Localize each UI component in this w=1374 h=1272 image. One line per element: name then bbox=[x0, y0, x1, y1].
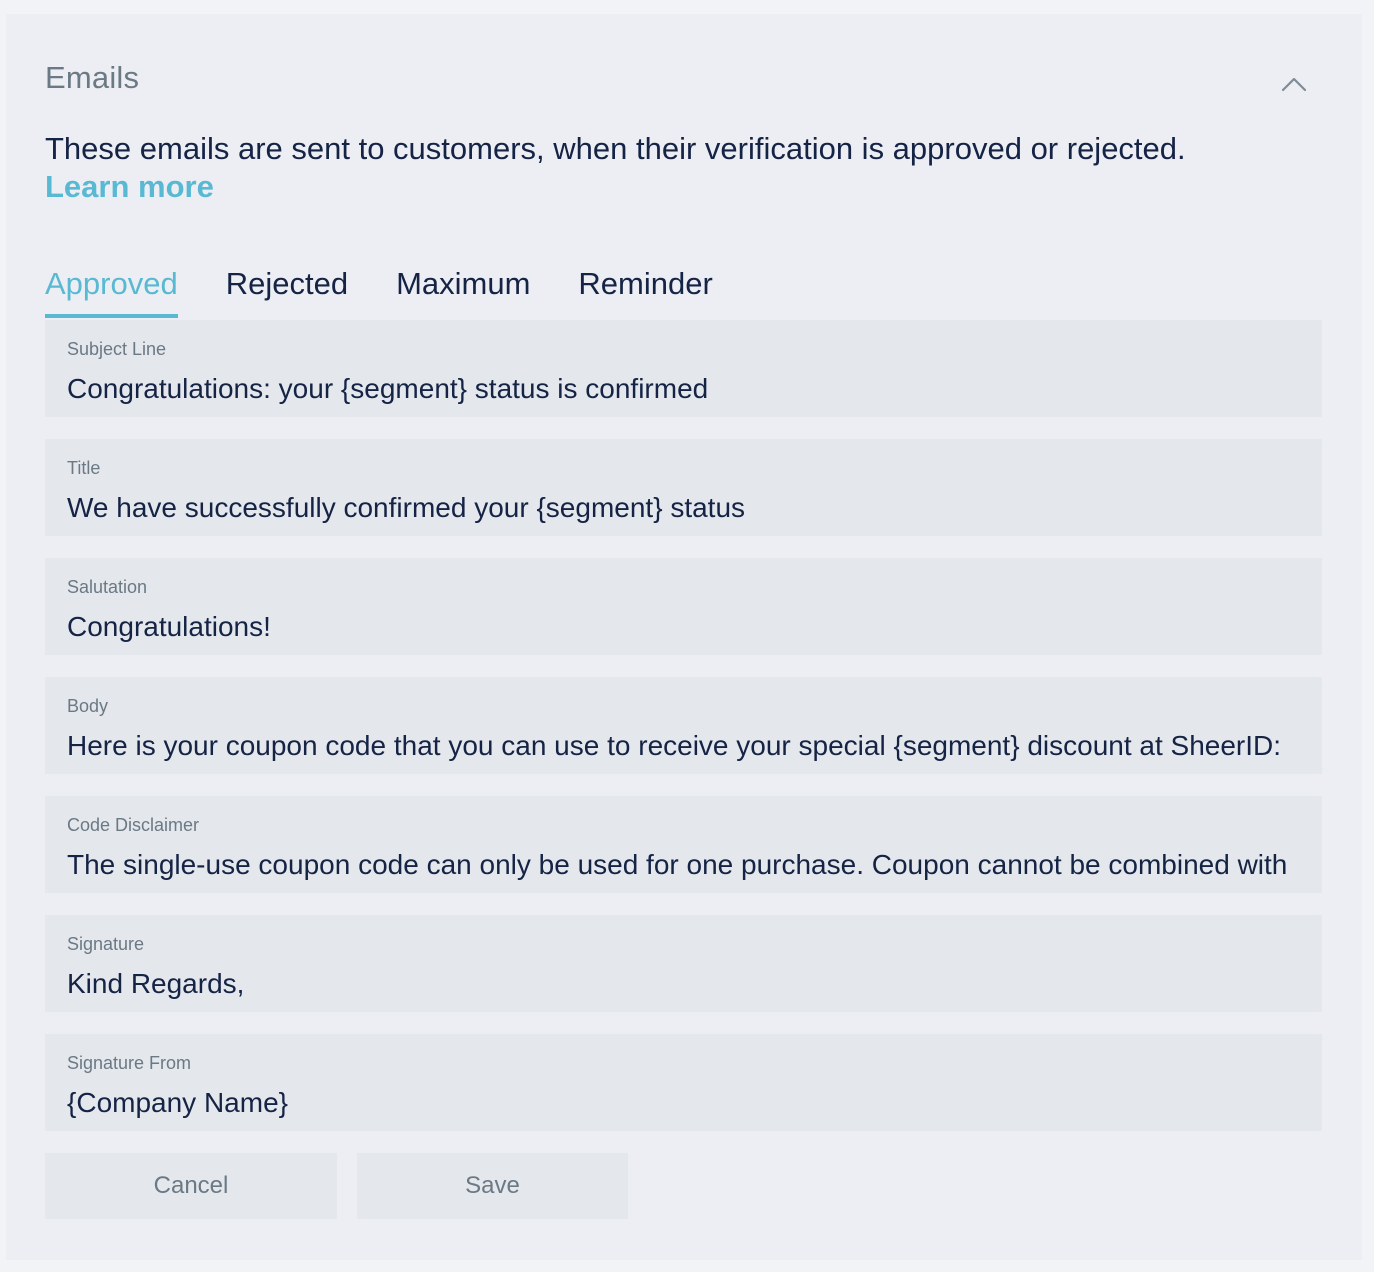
signature-from-field[interactable]: Signature From {Company Name} bbox=[45, 1034, 1322, 1131]
signature-from-input[interactable]: {Company Name} bbox=[67, 1086, 1300, 1120]
tab-approved[interactable]: Approved bbox=[45, 262, 178, 318]
field-label: Salutation bbox=[67, 577, 148, 597]
field-label: Title bbox=[67, 458, 101, 478]
learn-more-link[interactable]: Learn more bbox=[45, 168, 1305, 206]
cancel-button[interactable]: Cancel bbox=[45, 1153, 337, 1219]
tab-maximum[interactable]: Maximum bbox=[396, 262, 530, 318]
emails-panel: Emails These emails are sent to customer… bbox=[6, 14, 1362, 1260]
tab-rejected[interactable]: Rejected bbox=[226, 262, 348, 318]
signature-input[interactable]: Kind Regards, bbox=[67, 967, 1300, 1001]
title-input[interactable]: We have successfully confirmed your {seg… bbox=[67, 491, 1300, 525]
title-field[interactable]: Title We have successfully confirmed you… bbox=[45, 439, 1322, 536]
field-label: Body bbox=[67, 696, 109, 716]
body-input[interactable]: Here is your coupon code that you can us… bbox=[67, 729, 1300, 763]
tab-reminder[interactable]: Reminder bbox=[578, 262, 712, 318]
field-label: Code Disclaimer bbox=[67, 815, 200, 835]
field-label: Subject Line bbox=[67, 339, 167, 359]
salutation-input[interactable]: Congratulations! bbox=[67, 610, 1300, 644]
code-disclaimer-field[interactable]: Code Disclaimer The single-use coupon co… bbox=[45, 796, 1322, 893]
collapse-button[interactable] bbox=[1274, 68, 1314, 100]
code-disclaimer-input[interactable]: The single-use coupon code can only be u… bbox=[67, 848, 1300, 882]
field-label: Signature From bbox=[67, 1053, 192, 1073]
field-label: Signature bbox=[67, 934, 145, 954]
salutation-field[interactable]: Salutation Congratulations! bbox=[45, 558, 1322, 655]
signature-field[interactable]: Signature Kind Regards, bbox=[45, 915, 1322, 1012]
subject-line-input[interactable]: Congratulations: your {segment} status i… bbox=[67, 372, 1300, 406]
section-title: Emails bbox=[45, 60, 140, 95]
intro-text-block: These emails are sent to customers, when… bbox=[45, 130, 1305, 206]
intro-text: These emails are sent to customers, when… bbox=[45, 131, 1186, 166]
subject-line-field[interactable]: Subject Line Congratulations: your {segm… bbox=[45, 320, 1322, 417]
email-type-tabs: Approved Rejected Maximum Reminder bbox=[45, 262, 761, 318]
chevron-up-icon bbox=[1281, 77, 1307, 92]
body-field[interactable]: Body Here is your coupon code that you c… bbox=[45, 677, 1322, 774]
save-button[interactable]: Save bbox=[357, 1153, 628, 1219]
